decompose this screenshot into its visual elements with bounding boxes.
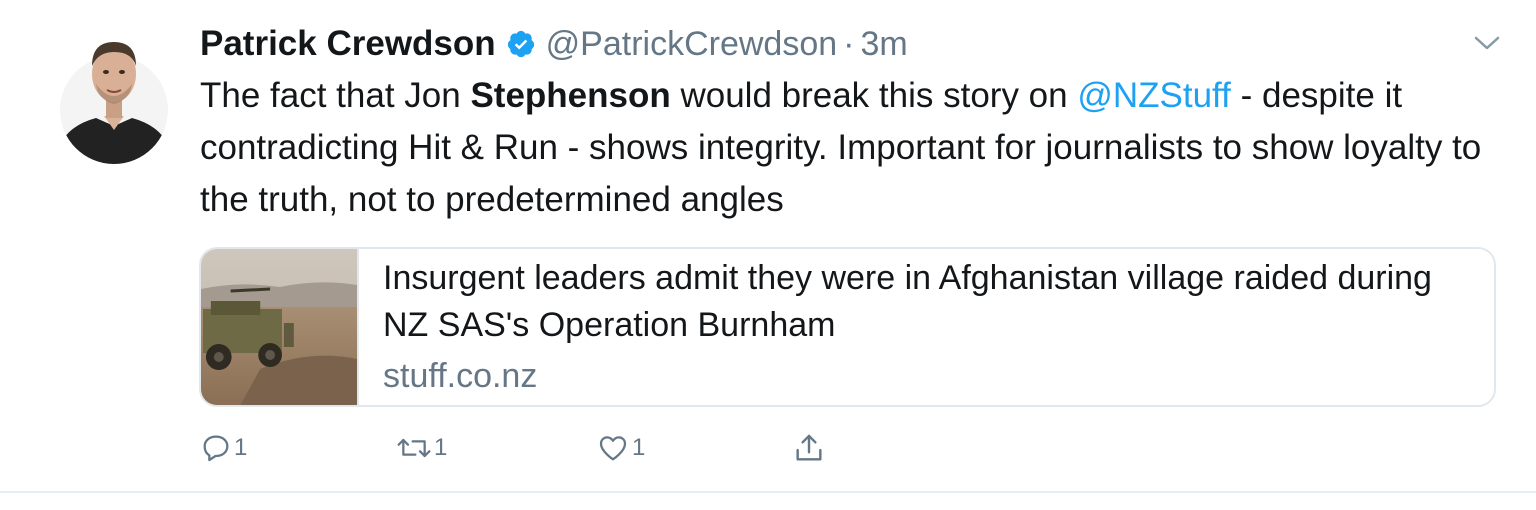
tweet-text-part: The fact that Jon xyxy=(200,76,471,115)
tweet-text-bold: Stephenson xyxy=(470,76,671,115)
reply-button[interactable]: 1 xyxy=(200,428,247,468)
author-handle[interactable]: @PatrickCrewdson xyxy=(546,25,838,64)
author-name[interactable]: Patrick Crewdson xyxy=(200,24,496,64)
link-card[interactable]: Insurgent leaders admit they were in Afg… xyxy=(199,247,1496,407)
card-thumbnail xyxy=(201,249,359,405)
retweet-count: 1 xyxy=(434,434,448,461)
card-domain: stuff.co.nz xyxy=(383,357,538,395)
like-button[interactable]: 1 xyxy=(596,428,645,468)
verified-badge-icon xyxy=(507,30,534,58)
separator-dot: · xyxy=(843,24,855,63)
avatar[interactable] xyxy=(60,30,168,164)
timestamp[interactable]: 3m xyxy=(860,25,907,64)
retweet-button[interactable]: 1 xyxy=(396,428,447,468)
reply-count: 1 xyxy=(234,434,248,461)
tweet-header: Patrick Crewdson @PatrickCrewdson · 3m xyxy=(200,20,908,68)
divider xyxy=(0,491,1536,493)
tweet-text: The fact that Jon Stephenson would break… xyxy=(200,70,1500,226)
mention-link[interactable]: @NZStuff xyxy=(1077,76,1231,115)
heart-icon xyxy=(599,436,627,461)
share-button[interactable] xyxy=(792,428,826,468)
retweet-icon xyxy=(397,438,431,458)
like-count: 1 xyxy=(632,434,646,461)
tweet[interactable]: Patrick Crewdson @PatrickCrewdson · 3m T… xyxy=(0,0,1536,510)
reply-icon xyxy=(203,435,229,462)
tweet-text-part: would break this story on xyxy=(670,76,1078,115)
card-title: Insurgent leaders admit they were in Afg… xyxy=(383,259,1432,344)
share-icon xyxy=(796,434,822,461)
chevron-down-icon[interactable] xyxy=(1472,32,1502,54)
